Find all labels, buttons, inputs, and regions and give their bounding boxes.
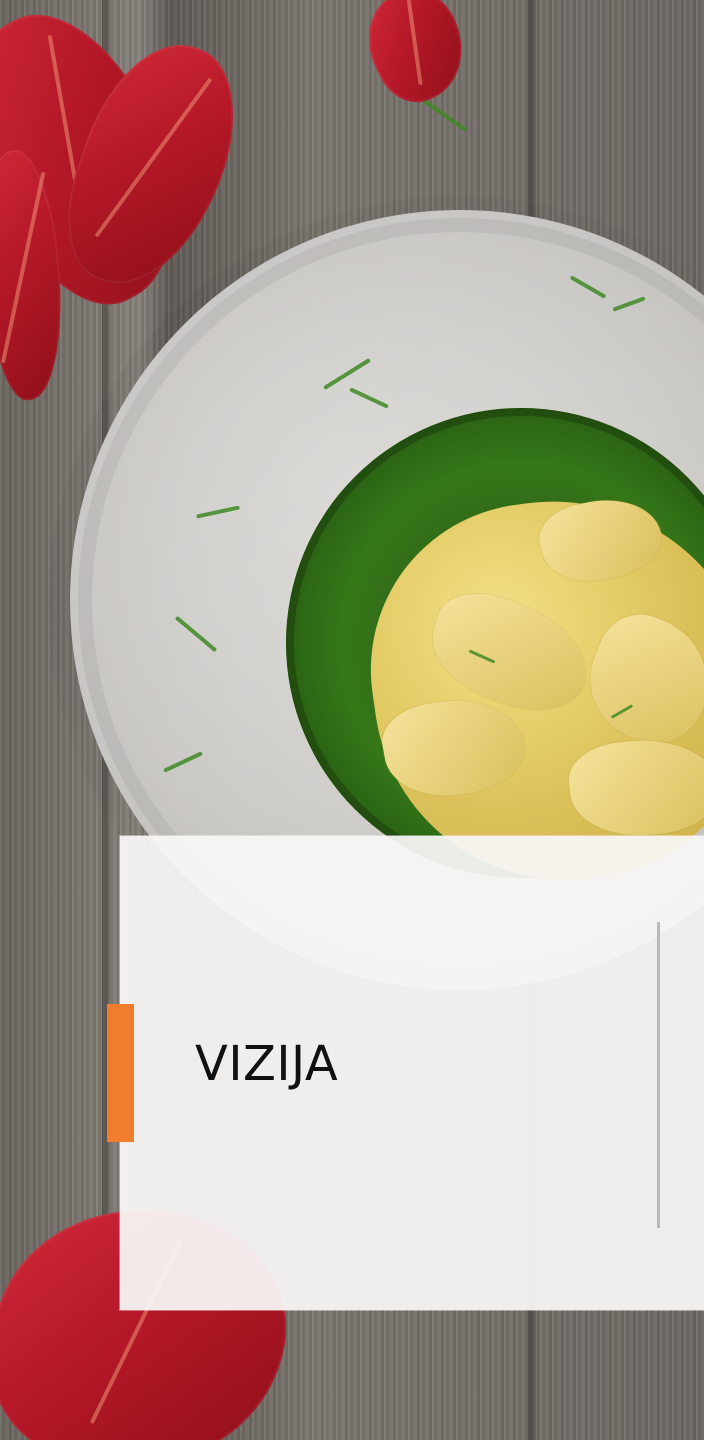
red-leaf: [350, 0, 482, 115]
slide-title: VIZIJA: [195, 1036, 339, 1092]
background-photo: VIZIJA: [0, 0, 704, 1440]
vertical-divider: [657, 922, 660, 1228]
accent-bar: [107, 1004, 134, 1142]
